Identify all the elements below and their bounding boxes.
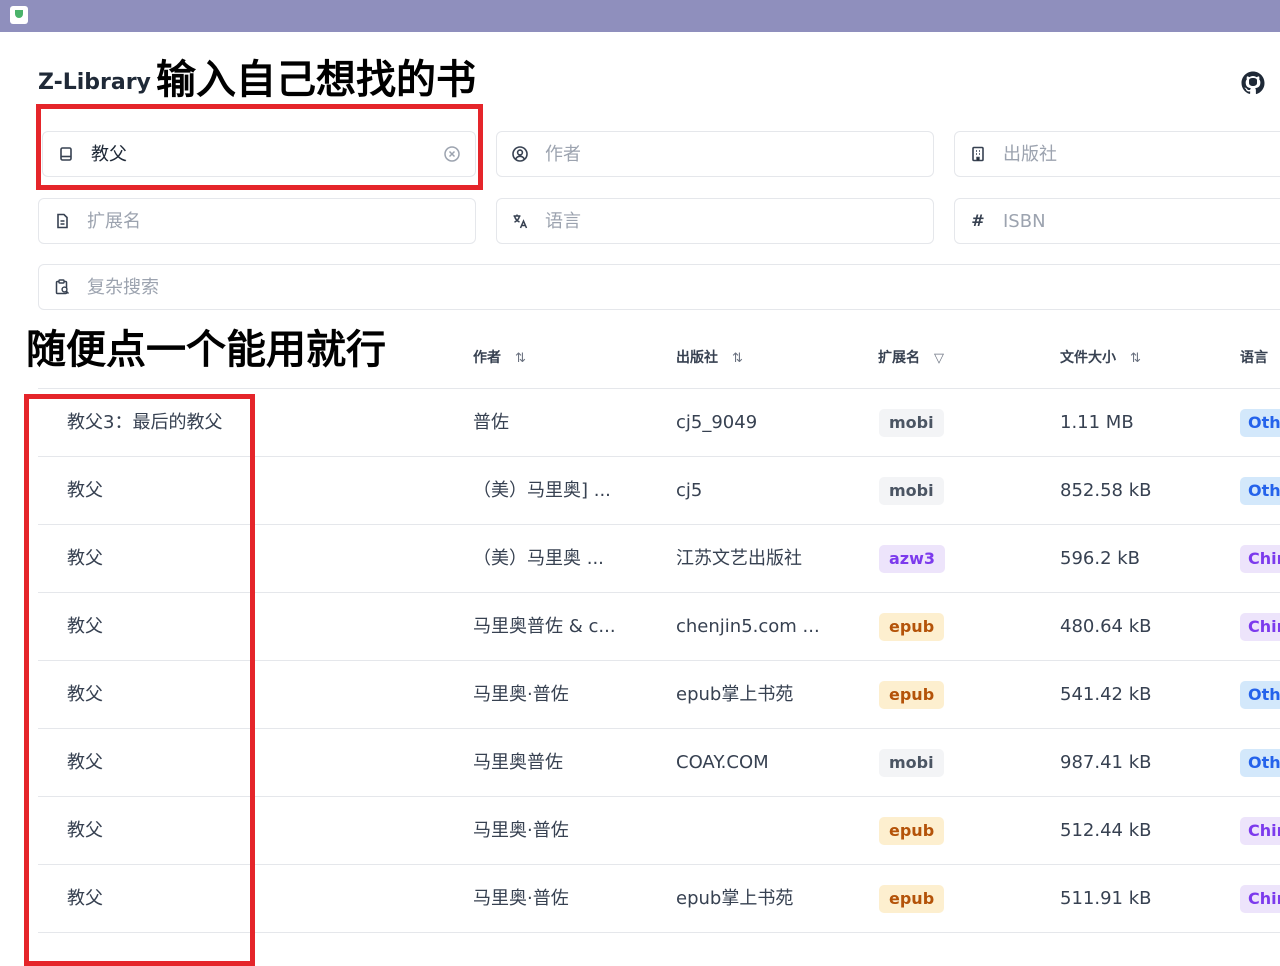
book-publisher: epub掌上书苑: [676, 684, 794, 705]
book-publisher: cj5_9049: [676, 412, 758, 433]
complex-search-input[interactable]: 复杂搜索: [87, 265, 159, 309]
extension-search-field[interactable]: 扩展名: [38, 198, 476, 244]
author-search-input[interactable]: 作者: [545, 132, 581, 176]
sort-icon[interactable]: ⇅: [732, 351, 743, 366]
window-titlebar: [0, 0, 1280, 32]
book-author: （美）马里奥 ...: [473, 548, 604, 569]
highlight-box-search: [36, 104, 483, 190]
column-header-filesize[interactable]: 文件大小 ⇅: [1060, 346, 1141, 370]
highlight-box-titles: [24, 394, 255, 966]
column-header-author[interactable]: 作者 ⇅: [473, 346, 526, 370]
language-search-input[interactable]: 语言: [545, 199, 581, 243]
language-badge: Other: [1240, 477, 1280, 505]
book-publisher: COAY.COM: [676, 752, 769, 773]
book-publisher: epub掌上书苑: [676, 888, 794, 909]
column-header-publisher[interactable]: 出版社 ⇅: [676, 346, 743, 370]
book-filesize: 596.2 kB: [1060, 548, 1141, 569]
book-author: 马里奥普佐: [473, 752, 563, 773]
book-author: 马里奥·普佐: [473, 820, 569, 841]
sort-icon[interactable]: ⇅: [515, 351, 526, 366]
extension-badge: epub: [879, 817, 945, 845]
book-filesize: 480.64 kB: [1060, 616, 1152, 637]
file-icon: [57, 213, 68, 229]
extension-badge: azw3: [879, 545, 946, 573]
language-badge: Other: [1240, 749, 1280, 777]
language-badge: Other: [1240, 409, 1280, 437]
book-filesize: 1.11 MB: [1060, 412, 1134, 433]
extension-badge: mobi: [879, 749, 944, 777]
book-filesize: 987.41 kB: [1060, 752, 1152, 773]
isbn-search-input[interactable]: ISBN: [1003, 199, 1046, 243]
book-filesize: 541.42 kB: [1060, 684, 1152, 705]
extension-badge: mobi: [879, 409, 944, 437]
clipboard-search-icon: [55, 279, 70, 295]
annotation-middle: 随便点一个能用就行: [26, 327, 386, 373]
language-badge: Chinese: [1240, 613, 1280, 641]
column-header-language[interactable]: 语言: [1240, 346, 1268, 370]
sort-icon[interactable]: ⇅: [1130, 351, 1141, 366]
language-badge: Other: [1240, 681, 1280, 709]
annotation-top: 输入自己想找的书: [156, 57, 476, 103]
language-search-field[interactable]: 语言: [496, 198, 934, 244]
book-author: 马里奥·普佐: [473, 888, 569, 909]
book-author: （美）马里奥] ...: [473, 480, 611, 501]
building-icon: [972, 146, 984, 162]
book-author: 马里奥·普佐: [473, 684, 569, 705]
extension-badge: epub: [879, 885, 945, 913]
translate-icon: [513, 214, 528, 229]
filter-icon[interactable]: ▽: [934, 351, 944, 366]
isbn-search-field[interactable]: # ISBN: [954, 198, 1280, 244]
complex-search-field[interactable]: 复杂搜索: [38, 264, 1280, 310]
extension-badge: epub: [879, 613, 945, 641]
author-search-field[interactable]: 作者: [496, 131, 934, 177]
publisher-search-field[interactable]: 出版社: [954, 131, 1280, 177]
book-publisher: 江苏文艺出版社: [676, 548, 802, 569]
language-badge: Chinese: [1240, 545, 1280, 573]
language-badge: Chinese: [1240, 817, 1280, 845]
user-circle-icon: [512, 146, 528, 162]
book-publisher: chenjin5.com ...: [676, 616, 820, 637]
book-filesize: 852.58 kB: [1060, 480, 1152, 501]
extension-badge: epub: [879, 681, 945, 709]
book-filesize: 512.44 kB: [1060, 820, 1152, 841]
book-filesize: 511.91 kB: [1060, 888, 1152, 909]
hash-icon: #: [971, 211, 985, 230]
book-publisher: cj5: [676, 480, 703, 501]
extension-search-input[interactable]: 扩展名: [87, 199, 141, 243]
book-author: 普佐: [473, 412, 509, 433]
github-icon[interactable]: [1241, 71, 1265, 95]
publisher-search-input[interactable]: 出版社: [1003, 132, 1057, 176]
extension-badge: mobi: [879, 477, 944, 505]
column-header-extension[interactable]: 扩展名 ▽: [878, 346, 944, 370]
app-icon: [10, 6, 28, 24]
brand-title: Z-Library: [38, 70, 151, 95]
language-badge: Chinese: [1240, 885, 1280, 913]
book-author: 马里奥普佐 & c...: [473, 616, 616, 637]
